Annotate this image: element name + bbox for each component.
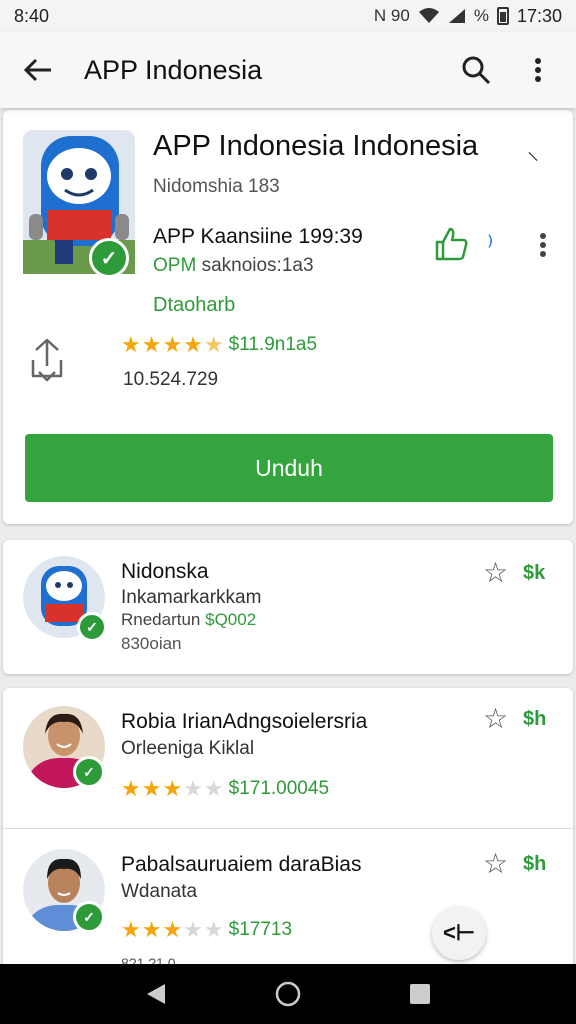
nav-back-button[interactable] — [126, 964, 186, 1024]
search-button[interactable] — [454, 48, 498, 92]
verified-badge-icon: ✓ — [73, 901, 105, 933]
favorite-star-icon[interactable]: ☆ — [483, 847, 508, 880]
battery-percent: % — [473, 6, 489, 25]
status-time-right: 17:30 — [516, 5, 562, 26]
favorite-star-icon[interactable]: ☆ — [483, 702, 508, 735]
system-nav-bar — [0, 964, 576, 1024]
collapse-icon: <⊢ — [442, 920, 475, 945]
list-item-rating: ★★★★★ $171.00045 — [121, 776, 329, 802]
developer-subtitle: OPM saknoios:1a3 — [153, 255, 314, 277]
list-item-title: Pabalsauruaiem daraBias — [121, 853, 362, 876]
circle-home-icon — [275, 981, 301, 1007]
more-vert-icon — [535, 58, 541, 82]
back-button[interactable] — [16, 48, 60, 92]
search-icon — [462, 56, 491, 85]
nav-home-button[interactable] — [258, 964, 318, 1024]
app-name: APP Indonesia Indonesia — [153, 130, 479, 162]
status-indicators: N 90 % 17:30 — [374, 6, 562, 27]
list-item-price: $h — [523, 708, 547, 730]
verified-badge-icon: ✓ — [77, 612, 107, 642]
share-icon — [31, 338, 63, 382]
list-item[interactable]: ✓ Nidonska Inkamarkarkkam Rnedartun $Q00… — [3, 540, 573, 674]
app-more-button[interactable] — [539, 232, 547, 263]
signal-icon — [448, 9, 465, 23]
nav-recents-button[interactable] — [390, 964, 450, 1024]
app-subtitle: Nidomshia 183 — [153, 176, 280, 197]
developer-name[interactable]: APP Kaansiine 199:39 — [153, 225, 363, 249]
list-item-subtitle: Orleeniga Kiklal — [121, 738, 255, 759]
list-item-detail: Rnedartun $Q002 — [121, 610, 257, 629]
list-item-price: $k — [523, 562, 546, 584]
list-item-title: Nidonska — [121, 560, 209, 583]
favorite-star-icon[interactable]: ☆ — [483, 556, 508, 589]
thumbs-up-icon — [435, 227, 468, 261]
list-item[interactable]: ✓ Robia IrianAdngsoielersria Orleeniga K… — [3, 688, 573, 828]
rating-stars: ★★★★★ — [121, 776, 225, 801]
developer-sub-prefix: OPM — [153, 255, 197, 276]
status-bar: 8:40 N 90 % 17:30 — [0, 0, 576, 32]
network-indicators: N 90 — [373, 6, 410, 25]
list-card: ✓ Robia IrianAdngsoielersria Orleeniga K… — [3, 688, 573, 988]
download-count: 10.524.729 — [123, 369, 219, 390]
list-item-meta: 830oian — [121, 634, 182, 653]
rating-text: $17713 — [228, 919, 293, 940]
wifi-icon — [418, 8, 439, 23]
arrow-back-icon — [23, 58, 51, 82]
share-button[interactable] — [27, 336, 67, 389]
overflow-menu-button[interactable] — [516, 48, 560, 92]
triangle-back-icon — [147, 984, 165, 1004]
list-item-subtitle: Inkamarkarkkam — [121, 587, 262, 608]
collapse-fab[interactable]: <⊢ — [432, 906, 488, 960]
app-category[interactable]: Dtaoharb — [153, 294, 235, 317]
dismiss-icon[interactable]: ⸜ — [527, 134, 539, 167]
install-button[interactable]: Unduh — [25, 434, 553, 502]
like-button[interactable] — [433, 226, 469, 267]
page-title: APP Indonesia — [84, 54, 263, 85]
list-item-subtitle: Wdanata — [121, 881, 198, 902]
battery-icon — [496, 7, 509, 25]
verified-badge-icon: ✓ — [73, 756, 105, 788]
verified-badge-icon: ✓ — [89, 238, 129, 278]
list-item-title: Robia IrianAdngsoielersria — [121, 710, 368, 733]
list-item-rating: ★★★★★ $17713 — [121, 917, 292, 943]
app-detail-card: ✓ APP Indonesia Indonesia ⸜ Nidomshia 18… — [3, 110, 573, 524]
loading-indicator-icon: ⁾ — [487, 230, 494, 260]
square-recents-icon — [410, 984, 430, 1004]
more-vert-icon — [540, 233, 546, 257]
rating-text: $11.9n1a5 — [228, 334, 318, 355]
app-bar: APP Indonesia — [0, 32, 576, 108]
status-time: 8:40 — [14, 5, 50, 26]
rating-text: $171.00045 — [228, 778, 330, 799]
list-item-price: $h — [523, 853, 547, 875]
rating-stars: ★★★★★ — [121, 917, 225, 942]
rating-stars: ★★★★★ — [121, 332, 225, 357]
app-rating: ★★★★★ $11.9n1a5 — [121, 332, 317, 358]
developer-sub-text: saknoios:1a3 — [201, 255, 314, 276]
